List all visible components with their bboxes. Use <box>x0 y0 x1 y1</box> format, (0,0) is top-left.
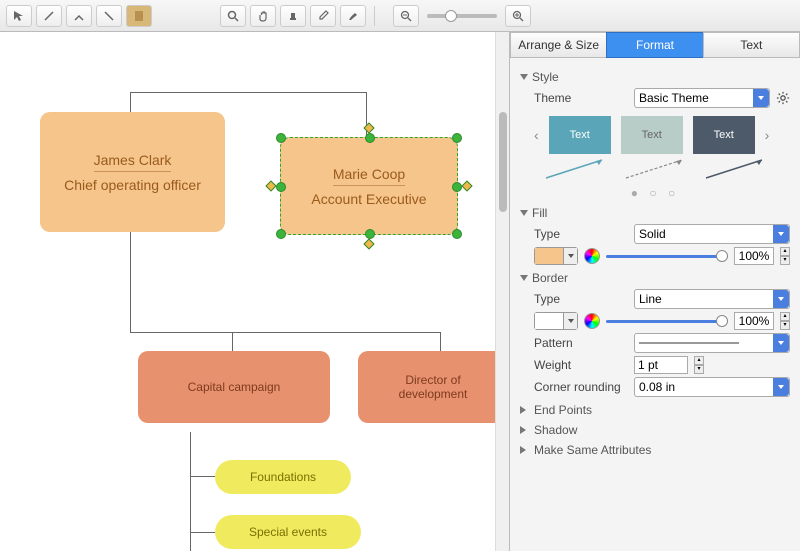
node-marie-selected[interactable]: Marie Coop Account Executive <box>280 137 458 235</box>
arrow-style-2[interactable] <box>624 158 686 180</box>
color-wheel-icon[interactable] <box>584 313 600 329</box>
theme-next[interactable]: › <box>765 127 770 143</box>
pan-tool[interactable] <box>250 5 276 27</box>
node-name: Marie Coop <box>333 166 405 186</box>
weight-input[interactable]: 1 pt <box>634 356 688 374</box>
section-make-same[interactable]: Make Same Attributes <box>520 443 790 457</box>
gear-icon[interactable] <box>776 91 790 105</box>
line-tool[interactable] <box>36 5 62 27</box>
theme-prev[interactable]: ‹ <box>534 127 539 143</box>
section-fill[interactable]: Fill <box>520 206 790 220</box>
fill-opacity-slider[interactable] <box>606 255 728 258</box>
node-events[interactable]: Special events <box>215 515 361 549</box>
arrow-style-3[interactable] <box>704 158 766 180</box>
border-opacity-slider[interactable] <box>606 320 728 323</box>
theme-swatch-1[interactable]: Text <box>549 116 611 154</box>
border-opacity-value[interactable]: 100% <box>734 312 774 330</box>
theme-swatch-2[interactable]: Text <box>621 116 683 154</box>
node-james[interactable]: James Clark Chief operating officer <box>40 112 225 232</box>
brush-tool[interactable] <box>340 5 366 27</box>
section-border[interactable]: Border <box>520 271 790 285</box>
fill-opacity-stepper[interactable]: ▴▾ <box>780 247 790 265</box>
node-label: Foundations <box>250 470 316 484</box>
doc-tool[interactable] <box>126 5 152 27</box>
eyedropper-tool[interactable] <box>310 5 336 27</box>
section-end-points[interactable]: End Points <box>520 403 790 417</box>
theme-pager[interactable]: ● ○ ○ <box>520 186 790 200</box>
zoom-slider[interactable] <box>427 14 497 18</box>
canvas[interactable]: James Clark Chief operating officer Mari… <box>0 32 509 551</box>
node-foundations[interactable]: Foundations <box>215 460 351 494</box>
node-label: Special events <box>249 525 327 539</box>
zoom-out-button[interactable] <box>393 5 419 27</box>
fill-opacity-value[interactable]: 100% <box>734 247 774 265</box>
inspector-sidebar: Arrange & Size Format Text Style Theme B… <box>509 32 800 551</box>
border-opacity-stepper[interactable]: ▴▾ <box>780 312 790 330</box>
corner-select[interactable]: 0.08 in <box>634 377 790 397</box>
border-color-swatch[interactable] <box>534 312 578 330</box>
border-type-select[interactable]: Line <box>634 289 790 309</box>
fill-color-swatch[interactable] <box>534 247 578 265</box>
tab-arrange-size[interactable]: Arrange & Size <box>510 32 606 58</box>
pattern-label: Pattern <box>534 336 628 350</box>
node-director[interactable]: Director of development <box>358 351 508 423</box>
weight-stepper[interactable]: ▴▾ <box>694 356 704 374</box>
node-name: James Clark <box>94 152 172 172</box>
node-label: Director of development <box>372 373 494 401</box>
arrow-style-1[interactable] <box>544 158 606 180</box>
vertical-scrollbar[interactable] <box>495 32 509 551</box>
node-role: Chief operating officer <box>64 177 201 193</box>
color-wheel-icon[interactable] <box>584 248 600 264</box>
theme-label: Theme <box>534 91 628 105</box>
node-role: Account Executive <box>311 191 426 207</box>
tab-text[interactable]: Text <box>703 32 800 58</box>
section-style[interactable]: Style <box>520 70 790 84</box>
connector-tool[interactable] <box>66 5 92 27</box>
section-shadow[interactable]: Shadow <box>520 423 790 437</box>
zoom-tool[interactable] <box>220 5 246 27</box>
top-toolbar <box>0 0 800 32</box>
border-type-label: Type <box>534 292 628 306</box>
node-capital[interactable]: Capital campaign <box>138 351 330 423</box>
tab-format[interactable]: Format <box>606 32 702 58</box>
pattern-select[interactable] <box>634 333 790 353</box>
node-label: Capital campaign <box>188 380 281 394</box>
stamp-tool[interactable] <box>280 5 306 27</box>
zoom-in-button[interactable] <box>505 5 531 27</box>
theme-select[interactable]: Basic Theme <box>634 88 770 108</box>
fill-type-label: Type <box>534 227 628 241</box>
weight-label: Weight <box>534 358 628 372</box>
select-tool[interactable] <box>6 5 32 27</box>
corner-label: Corner rounding <box>534 380 628 394</box>
theme-swatch-3[interactable]: Text <box>693 116 755 154</box>
line-alt-tool[interactable] <box>96 5 122 27</box>
fill-type-select[interactable]: Solid <box>634 224 790 244</box>
